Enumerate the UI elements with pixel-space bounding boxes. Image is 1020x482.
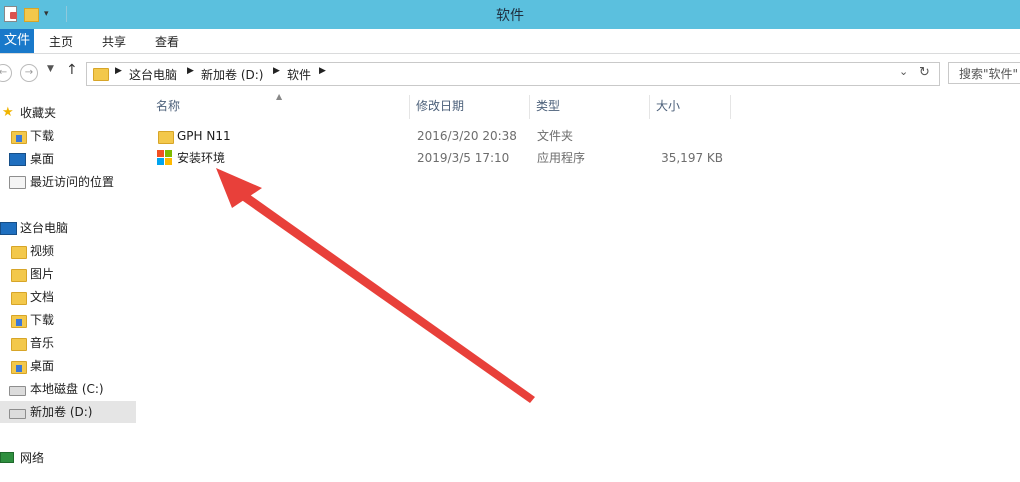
folder-icon (93, 68, 109, 81)
chevron-right-icon[interactable]: ▶ (115, 66, 122, 76)
column-header-name[interactable]: 名称 (150, 95, 410, 119)
title-bar: ▾ 软件 (0, 0, 1020, 29)
local-disk-icon (9, 386, 26, 396)
up-arrow-icon[interactable]: ↑ (66, 62, 78, 78)
forward-button[interactable]: → (20, 64, 38, 82)
network-icon (0, 452, 14, 463)
downloads-folder-icon (11, 315, 27, 328)
videos-folder-icon (11, 246, 27, 259)
sidebar-favorites[interactable]: ★ 收藏夹 (0, 102, 136, 124)
file-name: GPH N11 (177, 129, 231, 143)
file-list: ▲ 名称 修改日期 类型 大小 GPH N11 2016/3/20 20:38 … (140, 92, 1020, 482)
table-row[interactable]: GPH N11 2016/3/20 20:38 文件夹 (140, 125, 740, 147)
sidebar-item-music[interactable]: 音乐 (0, 332, 136, 354)
breadcrumb-drive-d[interactable]: 新加卷 (D:) (201, 66, 263, 83)
search-input[interactable]: 搜索"软件" (948, 62, 1020, 84)
recent-locations-icon[interactable]: ▼ (47, 64, 54, 74)
chevron-right-icon[interactable]: ▶ (273, 66, 280, 76)
sidebar-item-drive-d[interactable]: 新加卷 (D:) (0, 401, 136, 423)
file-name: 安装环境 (177, 151, 226, 165)
sidebar-network[interactable]: 网络 (0, 447, 136, 469)
column-header-modified[interactable]: 修改日期 (410, 95, 530, 119)
sidebar-item-label: 下载 (30, 129, 55, 143)
desktop-folder-icon (11, 361, 27, 374)
sidebar-item-desktop-pc[interactable]: 桌面 (0, 355, 136, 377)
documents-folder-icon (11, 292, 27, 305)
desktop-icon (9, 153, 26, 166)
file-size: 35,197 KB (661, 151, 723, 165)
breadcrumb-software[interactable]: 软件 (287, 66, 311, 83)
pictures-folder-icon (11, 269, 27, 282)
sidebar-item-label: 文档 (30, 290, 55, 304)
file-type: 应用程序 (537, 151, 586, 165)
file-modified: 2016/3/20 20:38 (417, 129, 517, 143)
file-type: 文件夹 (537, 129, 574, 143)
column-header-type[interactable]: 类型 (530, 95, 650, 119)
back-button[interactable]: ← (0, 64, 12, 82)
sidebar-item-label: 下载 (30, 313, 55, 327)
sidebar-item-label: 这台电脑 (20, 221, 69, 235)
sidebar-item-desktop[interactable]: 桌面 (0, 148, 136, 170)
tab-view[interactable]: 查看 (155, 29, 179, 53)
table-row[interactable]: 安装环境 2019/3/5 17:10 应用程序 35,197 KB (140, 147, 740, 169)
sidebar-item-label: 本地磁盘 (C:) (30, 382, 104, 396)
sidebar-item-label: 视频 (30, 244, 55, 258)
sidebar-item-documents[interactable]: 文档 (0, 286, 136, 308)
column-header-size[interactable]: 大小 (650, 95, 731, 119)
sidebar-item-label: 网络 (20, 451, 45, 465)
computer-icon (0, 222, 17, 235)
address-dropdown-icon[interactable]: ⌄ (899, 65, 908, 78)
navigation-pane: ★ 收藏夹 下载 桌面 最近访问的位置 这台电脑 视频 图片 文档 下载 音乐 … (0, 95, 136, 482)
refresh-icon[interactable]: ↻ (919, 65, 930, 80)
chevron-right-icon[interactable]: ▶ (319, 66, 326, 76)
sidebar-item-downloads-pc[interactable]: 下载 (0, 309, 136, 331)
file-tab[interactable]: 文件 (0, 29, 34, 53)
chevron-right-icon[interactable]: ▶ (187, 66, 194, 76)
downloads-folder-icon (11, 131, 27, 144)
sidebar-item-downloads[interactable]: 下载 (0, 125, 136, 147)
folder-icon (158, 131, 174, 144)
sidebar-item-videos[interactable]: 视频 (0, 240, 136, 262)
ribbon: 文件 主页 共享 查看 (0, 29, 1020, 54)
sidebar-item-label: 新加卷 (D:) (30, 405, 93, 419)
sidebar-item-label: 收藏夹 (20, 106, 57, 120)
window-title: 软件 (496, 8, 524, 24)
navigation-bar: ← → ▼ ↑ ▶ 这台电脑 ▶ 新加卷 (D:) ▶ 软件 ▶ ⌄ ↻ 搜索"… (0, 60, 1020, 88)
tab-home[interactable]: 主页 (49, 29, 73, 53)
address-bar[interactable]: ▶ 这台电脑 ▶ 新加卷 (D:) ▶ 软件 ▶ ⌄ ↻ (86, 62, 940, 86)
sidebar-item-label: 最近访问的位置 (30, 175, 115, 189)
sidebar-item-label: 图片 (30, 267, 55, 281)
breadcrumb-this-pc[interactable]: 这台电脑 (129, 66, 177, 83)
star-icon: ★ (2, 105, 14, 120)
sidebar-item-label: 音乐 (30, 336, 55, 350)
recent-places-icon (9, 176, 26, 189)
music-folder-icon (11, 338, 27, 351)
sidebar-item-recent[interactable]: 最近访问的位置 (0, 171, 136, 193)
tab-share[interactable]: 共享 (102, 29, 126, 53)
drive-icon (9, 409, 26, 419)
sidebar-item-pictures[interactable]: 图片 (0, 263, 136, 285)
sidebar-item-label: 桌面 (30, 152, 55, 166)
sidebar-this-pc[interactable]: 这台电脑 (0, 217, 136, 239)
sidebar-item-drive-c[interactable]: 本地磁盘 (C:) (0, 378, 136, 400)
file-modified: 2019/3/5 17:10 (417, 151, 510, 165)
sidebar-item-label: 桌面 (30, 359, 55, 373)
application-icon (157, 150, 173, 166)
